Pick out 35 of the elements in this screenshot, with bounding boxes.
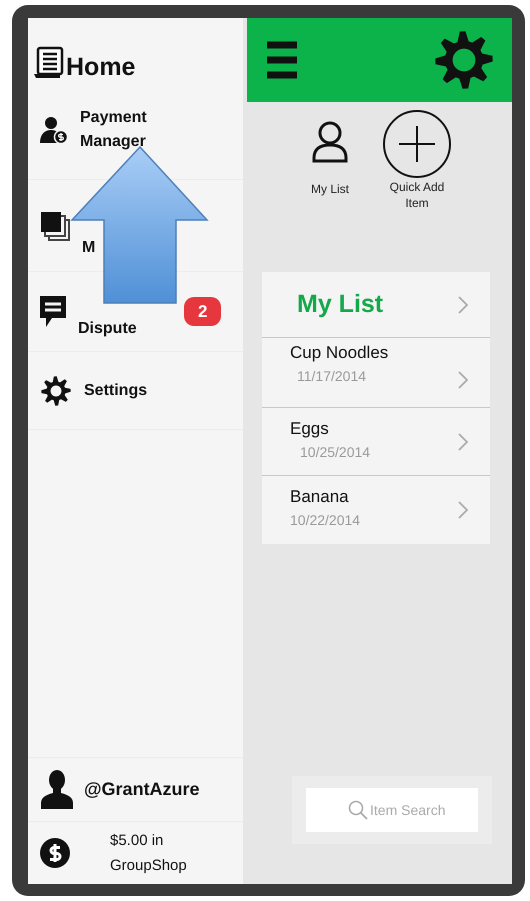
- count-badge: 2: [184, 296, 222, 326]
- sidebar-item[interactable]: Dispute: [78, 316, 137, 340]
- plus-circle-icon: [381, 108, 453, 180]
- action-button[interactable]: Quick Add Item: [381, 108, 453, 272]
- chevron-right-icon: [458, 432, 468, 450]
- sidebar-item[interactable]: M: [82, 236, 96, 260]
- list-title: My List: [297, 288, 384, 320]
- sidebar-item[interactable]: Payment Manager: [80, 106, 180, 154]
- list-row[interactable]: Banana 10/22/2014: [262, 476, 490, 544]
- list-icon: [32, 46, 66, 80]
- dollar-icon: [40, 838, 70, 868]
- item-name: Cup Noodles: [290, 342, 388, 364]
- action-button[interactable]: My List: [305, 108, 355, 272]
- list-row[interactable]: Cup Noodles 11/17/2014: [262, 338, 490, 408]
- menu-title: Home: [66, 55, 136, 80]
- chevron-right-icon: [458, 296, 468, 314]
- sidebar-item[interactable]: Settings: [84, 378, 148, 402]
- item-date: 11/17/2014: [297, 366, 368, 386]
- list-row[interactable]: Eggs 10/25/2014: [262, 408, 490, 476]
- settings-icon: [434, 30, 494, 90]
- chevron-right-icon: [458, 501, 468, 519]
- item-date: 10/25/2014: [300, 442, 370, 462]
- menu-button[interactable]: [267, 41, 297, 79]
- item-name: Eggs: [290, 418, 330, 440]
- search-field[interactable]: Item Search: [306, 788, 478, 832]
- user-silhouette-icon: [40, 768, 74, 810]
- item-name: Banana: [290, 486, 350, 508]
- username: @GrantAzure: [84, 778, 200, 801]
- chat-icon: [40, 296, 66, 328]
- settings-icon: [40, 374, 72, 406]
- chevron-right-icon: [458, 370, 468, 388]
- stacked-squares-icon: [40, 210, 70, 240]
- item-date: 10/22/2014: [290, 510, 360, 530]
- balance-text: $5.00 in GroupShop: [110, 830, 188, 876]
- user-dollar-icon: [40, 114, 68, 144]
